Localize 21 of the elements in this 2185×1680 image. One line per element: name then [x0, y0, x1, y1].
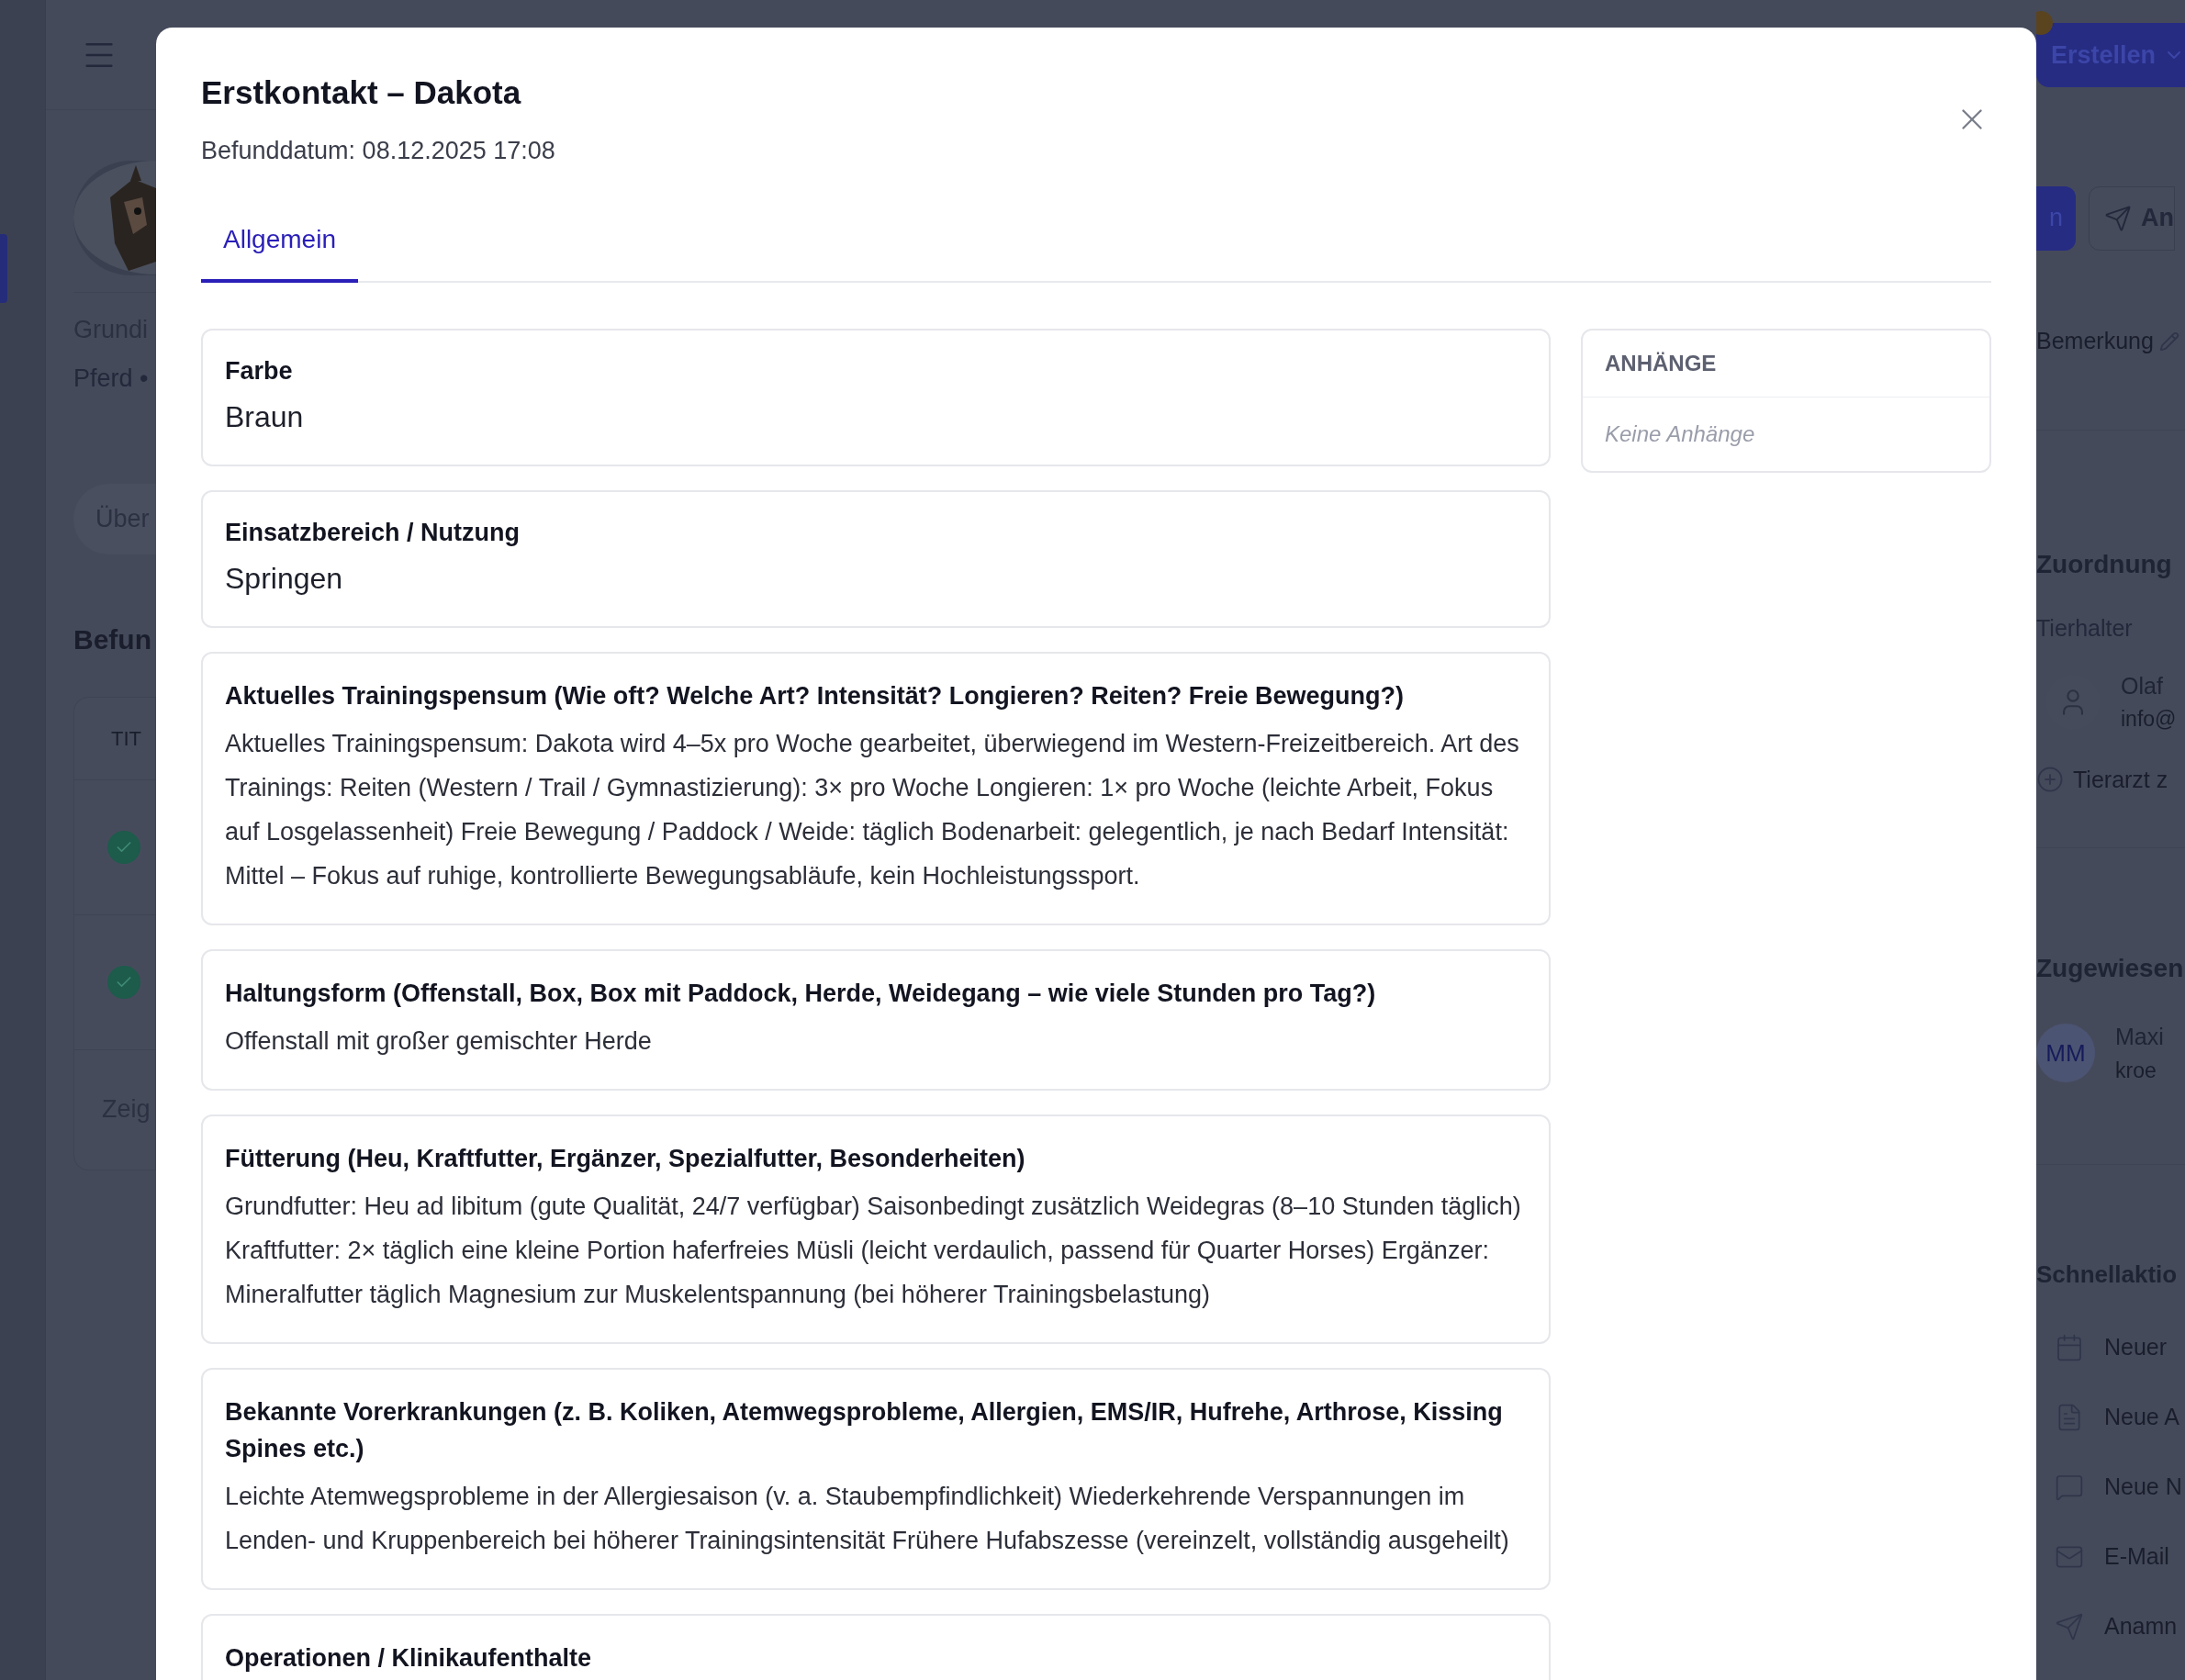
- assignee-avatar: MM: [2036, 1024, 2095, 1082]
- field-label: Operationen / Klinikaufenthalte: [225, 1643, 593, 1674]
- field-value: Offenstall mit großer gemischter Herde: [225, 1026, 653, 1057]
- attachments-title: ANHÄNGE: [1583, 330, 1989, 398]
- field-label: Farbe: [225, 356, 294, 386]
- field-label: Haltungsform (Offenstall, Box, Box mit Paddock, Herde, Weidegang – wie viele Stunden pro Tag?): [225, 979, 1377, 1009]
- field-value: Grundfutter: Heu ad libitum (gute Qualität, 24/7 verfügbar) Saisonbedingt zusätzlich Weidegras (8–10 Stunden täglich) Kraftfutter: 2× täglich eine kleine Portion haferfreies Müsli (leicht verdaulich, passend für Quarter Horses) Ergänzer: Mineralfutter täglich Magnesium zur Muskelentspannung (bei höherer Trainingsbelastung): [225, 1192, 1522, 1310]
- field-value: Leichte Atemwegsprobleme in der Allergiesaison (v. a. Staubempfindlichkeit) Wiederkehrende Verspannungen im Lenden- und Kruppenbereich bei höherer Trainingsintensität Frühere Hufabszesse (vereinzelt, vollständig ausgeheilt): [225, 1482, 1510, 1556]
- findings-date: Befunddatum: 08.12.2025 17:08: [201, 135, 555, 166]
- tab[interactable]: Allgemein: [201, 220, 358, 283]
- add-icon[interactable]: [2036, 766, 2064, 794]
- field-value: Braun: [225, 399, 305, 435]
- field-value: Aktuelles Trainingspensum: Dakota wird 4–5x pro Woche gearbeitet, überwiegend im Western-Freizeitbereich. Art des Trainings: Reiten (Western / Trail / Gymnastizierung): 3× pro Woche Longieren: 1× pro Woche (leichte Arbeit, Fokus auf Losgelassenheit) Freie Bewegung / Paddock / Weide: täglich Bodenarbeit: gelegentlich, je nach Bedarf Intensität: Mittel – Fokus auf ruhige, kontrollierte Bewegungsabläufe, kein Hochleistungssport.: [225, 729, 1520, 891]
- field-value: Springen: [225, 561, 344, 597]
- empty-attachments-text: Keine Anhänge: [1604, 420, 1756, 448]
- field-label: Einsatzbereich / Nutzung: [225, 518, 521, 548]
- send-icon: [2104, 204, 2133, 232]
- field-label: Bekannte Vorerkrankungen (z. B. Koliken, Atemwegsprobleme, Allergien, EMS/IR, Hufrehe, Arthrose, Kissing Spines etc.): [225, 1397, 1504, 1464]
- field-label: Aktuelles Trainingspensum (Wie oft? Welche Art? Intensität? Longieren? Reiten? Freie Bewegung?): [225, 681, 1405, 711]
- dialog-title: Erstkontakt – Dakota: [201, 73, 522, 112]
- field-label: Fütterung (Heu, Kraftfutter, Ergänzer, Spezialfutter, Besonderheiten): [225, 1144, 1026, 1174]
